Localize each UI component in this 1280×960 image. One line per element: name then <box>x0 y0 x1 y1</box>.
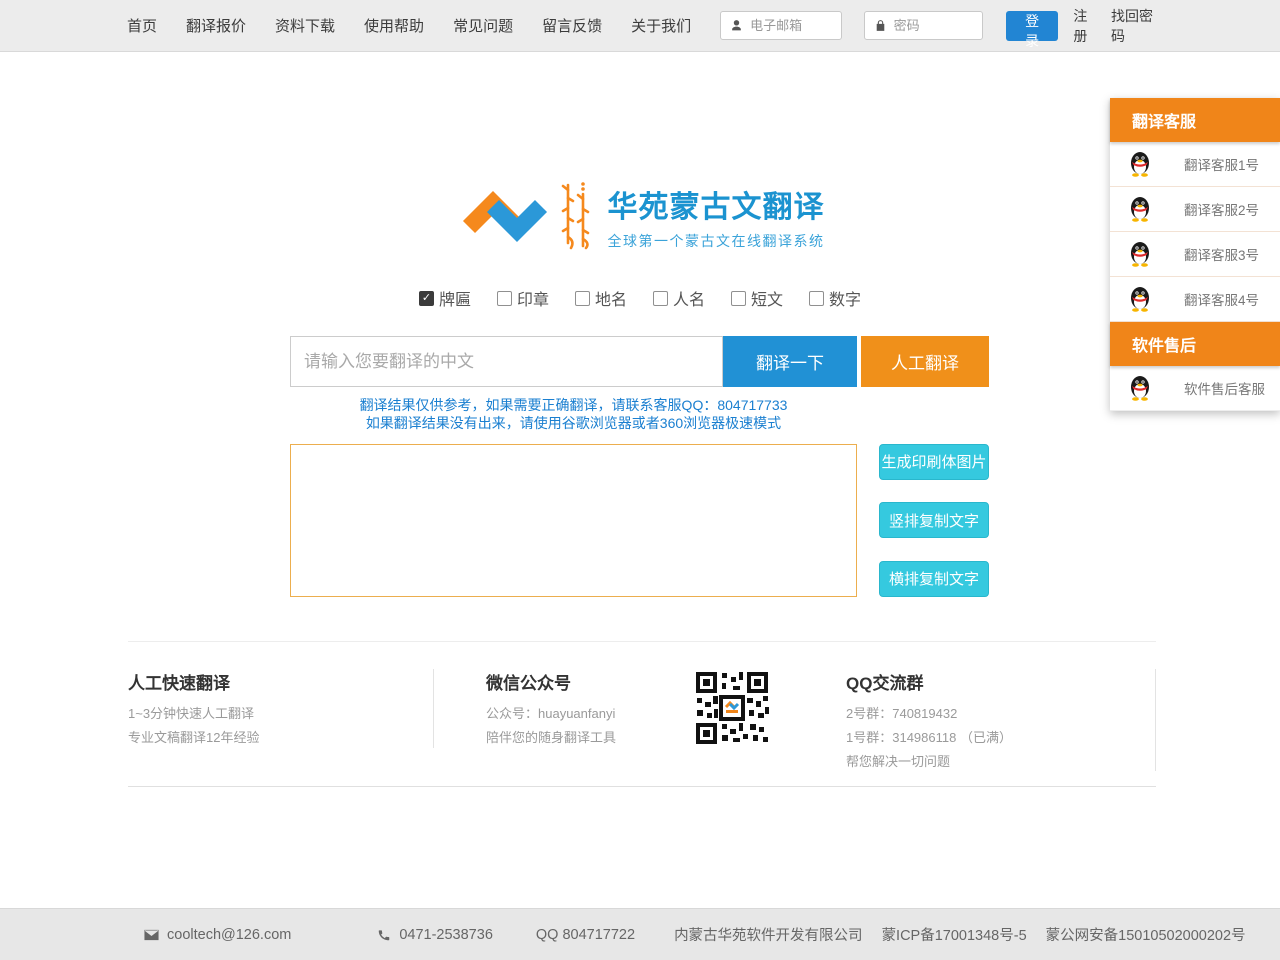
translate-row: 翻译一下 人工翻译 <box>128 336 1152 387</box>
sidebar-item-label: 翻译客服4号 <box>1184 289 1259 309</box>
qq-service-panel: 翻译客服 翻译客服1号 翻译客服2号 <box>1110 98 1280 411</box>
sidebar-header-after-sales: 软件售后 <box>1110 322 1280 366</box>
email-field-wrap <box>720 11 842 40</box>
category-label: 地名 <box>595 286 627 310</box>
sidebar-item-label: 翻译客服2号 <box>1184 199 1259 219</box>
result-row: 生成印刷体图片 竖排复制文字 横排复制文字 <box>128 444 1152 597</box>
generate-print-image-button[interactable]: 生成印刷体图片 <box>879 444 989 480</box>
auth-area: 登录 注册 找回密码 <box>720 6 1156 46</box>
qq-penguin-icon <box>1129 151 1151 177</box>
footer-col1-line1: 1~3分钟快速人工翻译 <box>128 705 433 724</box>
police-record: 蒙公网安备15010502000202号 <box>1046 924 1246 945</box>
company-info: 内蒙古华苑软件开发有限公司 蒙ICP备17001348号-5 蒙公网安备1501… <box>674 924 1264 945</box>
sidebar-item-label: 软件售后客服 <box>1184 378 1265 398</box>
sidebar-item-after-sales[interactable]: 软件售后客服 <box>1110 366 1280 411</box>
manual-translate-button[interactable]: 人工翻译 <box>861 336 989 387</box>
footer-col1-line2: 专业文稿翻译12年经验 <box>128 729 433 748</box>
nav-item-help[interactable]: 使用帮助 <box>364 15 424 36</box>
copy-horizontal-text-button[interactable]: 横排复制文字 <box>879 561 989 597</box>
category-label: 人名 <box>673 286 705 310</box>
qq-penguin-icon <box>1129 375 1151 401</box>
category-checkbox-personname[interactable]: 人名 <box>653 286 705 310</box>
nav-item-home[interactable]: 首页 <box>127 15 157 36</box>
category-checkbox-shorttext[interactable]: 短文 <box>731 286 783 310</box>
notice-line-2: 如果翻译结果没有出来，请使用谷歌浏览器或者360浏览器极速模式 <box>290 414 857 432</box>
forgot-password-link[interactable]: 找回密码 <box>1111 6 1156 46</box>
logo-mark-icon <box>456 182 548 250</box>
contact-email: cooltech@126.com <box>144 927 291 943</box>
footer-col-manual-translate: 人工快速翻译 1~3分钟快速人工翻译 专业文稿翻译12年经验 <box>128 669 433 748</box>
phone-icon <box>377 928 391 942</box>
notice-text: 翻译结果仅供参考，如果需要正确翻译，请联系客服QQ：804717733 如果翻译… <box>290 396 857 433</box>
footer-col3-line1: 2号群：740819432 <box>846 705 1146 724</box>
lock-icon <box>874 19 887 32</box>
footer-col2-line1: 公众号：huayuanfanyi <box>486 705 693 724</box>
copy-vertical-text-button[interactable]: 竖排复制文字 <box>879 502 989 538</box>
sidebar-header-translate-service: 翻译客服 <box>1110 98 1280 142</box>
site-title: 华苑蒙古文翻译 <box>608 182 825 226</box>
footer: 人工快速翻译 1~3分钟快速人工翻译 专业文稿翻译12年经验 微信公众号 公众号… <box>128 641 1156 772</box>
checkbox-icon[interactable] <box>731 291 746 306</box>
category-checkbox-seal[interactable]: 印章 <box>497 286 549 310</box>
password-field-wrap <box>864 11 983 40</box>
top-nav-bar: 首页 翻译报价 资料下载 使用帮助 常见问题 留言反馈 关于我们 登录 注册 找… <box>0 0 1280 52</box>
category-checkbox-numbers[interactable]: 数字 <box>809 286 861 310</box>
checkbox-icon[interactable] <box>497 291 512 306</box>
result-actions: 生成印刷体图片 竖排复制文字 横排复制文字 <box>879 444 989 597</box>
site-subtitle: 全球第一个蒙古文在线翻译系统 <box>608 231 825 251</box>
qq-penguin-icon <box>1129 241 1151 267</box>
category-checkbox-plaque[interactable]: 牌匾 <box>419 286 471 310</box>
category-label: 印章 <box>517 286 549 310</box>
password-field[interactable] <box>894 18 973 33</box>
sidebar-item-service-1[interactable]: 翻译客服1号 <box>1110 142 1280 187</box>
sidebar-item-service-4[interactable]: 翻译客服4号 <box>1110 277 1280 322</box>
qq-penguin-icon <box>1129 286 1151 312</box>
footer-col-qq-groups: QQ交流群 2号群：740819432 1号群：314986118 （已满） 帮… <box>846 669 1156 772</box>
checkbox-checked-icon[interactable] <box>419 291 434 306</box>
category-label: 牌匾 <box>439 286 471 310</box>
nav-item-faq[interactable]: 常见问题 <box>453 15 513 36</box>
bottom-info-bar: cooltech@126.com 0471-2538736 QQ 8047177… <box>0 908 1280 960</box>
footer-col3-line3: 帮您解决一切问题 <box>846 753 1146 772</box>
result-output-box[interactable] <box>290 444 857 597</box>
mongolian-script-icon <box>558 181 594 251</box>
checkbox-icon[interactable] <box>575 291 590 306</box>
contact-phone: 0471-2538736 <box>377 927 493 943</box>
company-name: 内蒙古华苑软件开发有限公司 <box>674 924 863 945</box>
nav-item-pricing[interactable]: 翻译报价 <box>186 15 246 36</box>
footer-divider <box>128 786 1156 787</box>
login-button[interactable]: 登录 <box>1006 11 1059 41</box>
icp-record: 蒙ICP备17001348号-5 <box>882 924 1027 945</box>
footer-col-wechat: 微信公众号 公众号：huayuanfanyi 陪伴您的随身翻译工具 <box>433 669 771 748</box>
qq-penguin-icon <box>1129 196 1151 222</box>
nav-item-about[interactable]: 关于我们 <box>631 15 691 36</box>
checkbox-icon[interactable] <box>809 291 824 306</box>
category-label: 数字 <box>829 286 861 310</box>
sidebar-item-service-2[interactable]: 翻译客服2号 <box>1110 187 1280 232</box>
translate-input[interactable] <box>290 336 723 387</box>
register-link[interactable]: 注册 <box>1073 6 1096 46</box>
checkbox-icon[interactable] <box>653 291 668 306</box>
footer-col2-line2: 陪伴您的随身翻译工具 <box>486 729 693 748</box>
person-icon <box>730 19 743 32</box>
category-row: 牌匾 印章 地名 人名 短文 数字 <box>0 286 1280 310</box>
nav-item-feedback[interactable]: 留言反馈 <box>542 15 602 36</box>
sidebar-item-service-3[interactable]: 翻译客服3号 <box>1110 232 1280 277</box>
contact-qq: QQ 804717722 <box>536 927 635 943</box>
envelope-icon <box>144 929 159 941</box>
footer-col3-line2: 1号群：314986118 （已满） <box>846 729 1146 748</box>
category-checkbox-placename[interactable]: 地名 <box>575 286 627 310</box>
translate-button[interactable]: 翻译一下 <box>723 336 857 387</box>
sidebar-item-label: 翻译客服3号 <box>1184 244 1259 264</box>
notice-line-1: 翻译结果仅供参考，如果需要正确翻译，请联系客服QQ：804717733 <box>290 396 857 414</box>
category-label: 短文 <box>751 286 783 310</box>
email-field[interactable] <box>750 18 832 33</box>
nav-item-downloads[interactable]: 资料下载 <box>275 15 335 36</box>
footer-col2-title: 微信公众号 <box>486 669 693 694</box>
wechat-qr-code <box>693 669 771 747</box>
footer-col3-title: QQ交流群 <box>846 669 1146 694</box>
logo: 华苑蒙古文翻译 全球第一个蒙古文在线翻译系统 <box>0 180 1280 252</box>
sidebar-item-label: 翻译客服1号 <box>1184 154 1259 174</box>
footer-col1-title: 人工快速翻译 <box>128 669 433 694</box>
